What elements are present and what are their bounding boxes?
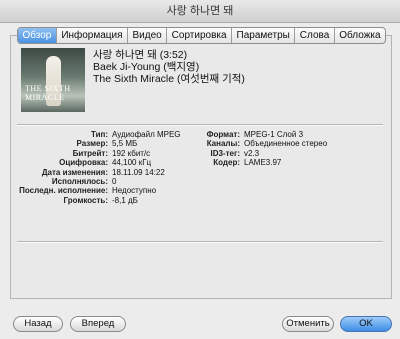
detail-row: Дата изменения: 18.11.09 14:22 xyxy=(18,168,181,177)
detail-value: Недоступно xyxy=(112,186,157,196)
tab-artwork[interactable]: Обложка xyxy=(333,28,385,43)
tab-lyrics[interactable]: Слова xyxy=(294,28,333,43)
detail-value: 18.11.09 14:22 xyxy=(112,167,165,177)
detail-value: 5,5 МБ xyxy=(112,139,138,149)
song-title: 사랑 하나면 돼 (3:52) xyxy=(93,49,188,61)
details-right: Формат: MPEG-1 Слой 3 Каналы: Объединенное… xyxy=(196,130,328,168)
song-album: The Sixth Miracle (여섯번째 기적) xyxy=(93,73,245,85)
detail-value: Аудиофайл MPEG xyxy=(112,130,181,139)
tab-info[interactable]: Информация xyxy=(55,28,127,43)
window-title: 사랑 하나면 돼 xyxy=(0,0,400,23)
detail-row: Последн. исполнение: Недоступно xyxy=(18,186,181,195)
divider-top xyxy=(17,124,383,126)
detail-row: Оцифровка: 44,100 кГц xyxy=(18,158,181,167)
detail-row: ID3-тег: v2.3 xyxy=(196,149,327,158)
tab-options[interactable]: Параметры xyxy=(231,28,294,43)
detail-label: ID3-тег: xyxy=(210,148,240,158)
detail-label: Громкость: xyxy=(63,195,108,205)
detail-row: Громкость: -8,1 дБ xyxy=(18,196,181,205)
divider-bottom xyxy=(17,241,383,243)
detail-row: Исполнялось: 0 xyxy=(18,177,181,186)
detail-value: 192 кбит/с xyxy=(112,148,151,158)
song-header: 사랑 하나면 돼 (3:52) Baek Ji-Young (백지영) The … xyxy=(93,49,245,85)
detail-row: Каналы: Объединенное стерео xyxy=(196,139,327,148)
artwork-title: THE SIXTH MIRACLE xyxy=(25,84,71,102)
detail-row: Размер: 5,5 МБ xyxy=(18,139,181,148)
detail-row: Битрейт: 192 кбит/с xyxy=(18,149,181,158)
detail-value: Объединенное стерео xyxy=(244,139,328,149)
detail-label: Каналы: xyxy=(206,139,240,149)
next-button[interactable]: Вперед xyxy=(70,316,126,332)
cancel-button[interactable]: Отменить xyxy=(282,316,334,332)
tab-video[interactable]: Видео xyxy=(127,28,166,43)
detail-value: v2.3 xyxy=(244,148,260,158)
detail-row: Формат: MPEG-1 Слой 3 xyxy=(196,130,327,139)
detail-value: 0 xyxy=(112,177,117,187)
detail-label: Размер: xyxy=(76,139,108,149)
detail-label: Формат: xyxy=(206,130,240,139)
detail-label: Кодер: xyxy=(213,158,240,168)
detail-label: Битрейт: xyxy=(72,148,108,158)
detail-label: Исполнялось: xyxy=(51,177,108,187)
detail-value: -8,1 дБ xyxy=(112,195,138,205)
back-button[interactable]: Назад xyxy=(13,316,63,332)
ok-button[interactable]: OK xyxy=(340,316,392,332)
detail-row: Тип: Аудиофайл MPEG xyxy=(18,130,181,139)
detail-value: LAME3.97 xyxy=(244,158,282,168)
tab-bar: Обзор Информация Видео Сортировка Параме… xyxy=(17,27,386,44)
detail-value: 44,100 кГц xyxy=(112,158,152,168)
detail-row: Кодер: LAME3.97 xyxy=(196,158,327,167)
tab-summary[interactable]: Обзор xyxy=(18,28,56,43)
details-left: Тип: Аудиофайл MPEG Размер: 5,5 МБ Битрейт… xyxy=(18,130,181,205)
detail-value: MPEG-1 Слой 3 xyxy=(244,130,304,139)
detail-label: Дата изменения: xyxy=(41,167,108,177)
album-artwork: THE SIXTH MIRACLE xyxy=(21,48,85,112)
detail-label: Последн. исполнение: xyxy=(19,186,108,196)
detail-label: Оцифровка: xyxy=(59,158,108,168)
detail-label: Тип: xyxy=(91,130,108,139)
song-artist: Baek Ji-Young (백지영) xyxy=(93,61,200,73)
tab-sorting[interactable]: Сортировка xyxy=(166,28,231,43)
